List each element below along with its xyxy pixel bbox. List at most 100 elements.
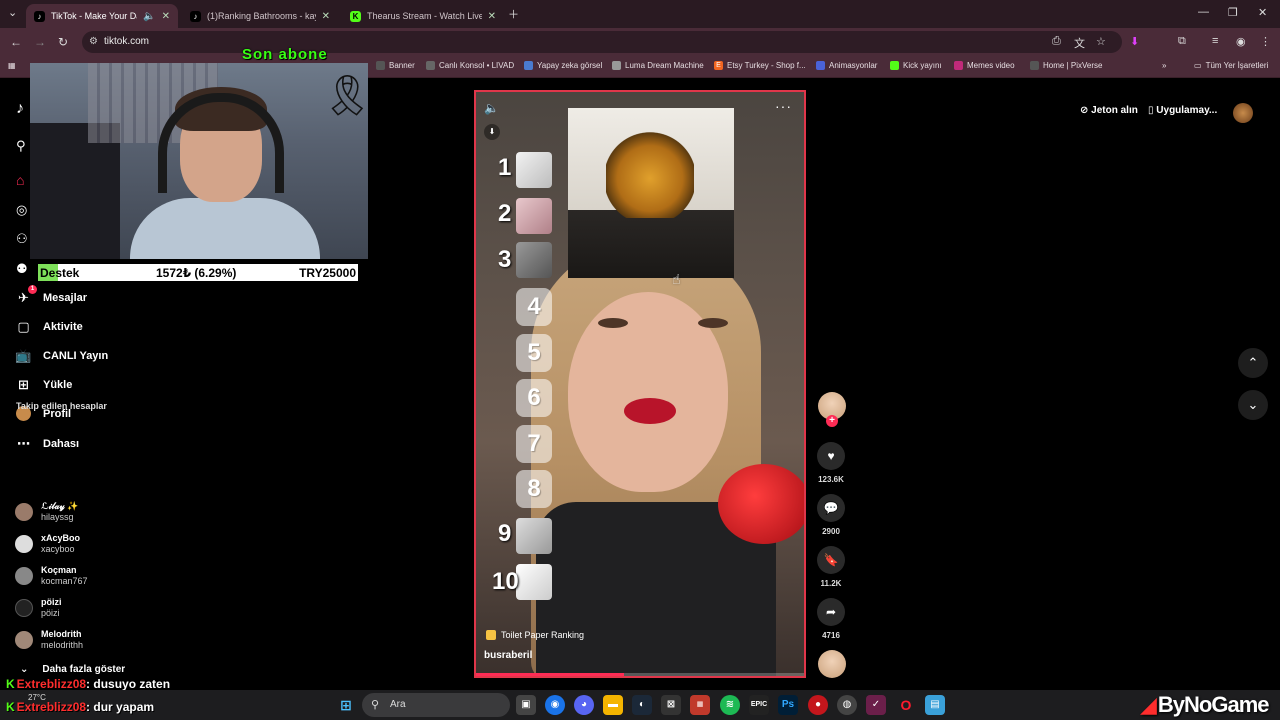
speaker-icon[interactable]: 🔈: [143, 11, 155, 22]
translate-icon[interactable]: 文: [1074, 35, 1085, 51]
bookmark-pixverse[interactable]: Home | PixVerse: [1030, 61, 1102, 70]
bookmark-animasyonlar[interactable]: Animasyonlar: [816, 61, 877, 70]
sidebar-item-label: Dahası: [43, 437, 80, 450]
bookmark-star-icon[interactable]: ☆: [1096, 35, 1106, 48]
task-view-icon[interactable]: ▣: [516, 695, 536, 715]
close-tab-icon[interactable]: ✕: [162, 11, 170, 22]
tab-thearus-stream[interactable]: K Thearus Stream - Watch Live o ✕: [342, 4, 504, 28]
following-account[interactable]: xAcyBoo xacyboo: [15, 533, 80, 555]
comment-button[interactable]: 💬 2900: [816, 494, 846, 536]
following-account[interactable]: ℒ𝒾𝓁𝒶𝓎 ✨ hilayssg: [15, 501, 78, 523]
following-account[interactable]: pöizi pöizi: [15, 597, 62, 619]
bookmark-luma[interactable]: Luma Dream Machine: [612, 61, 704, 70]
extension-icon[interactable]: ⬇: [1130, 35, 1139, 48]
share-button[interactable]: ➦ 4716: [816, 598, 846, 640]
volume-icon[interactable]: 🔈: [484, 101, 499, 115]
close-tab-icon[interactable]: ✕: [488, 11, 496, 22]
explore-icon[interactable]: ◎: [16, 202, 27, 218]
sidebar-item-upload[interactable]: ⊞ Yükle: [16, 377, 72, 392]
site-info-icon[interactable]: ⚙: [89, 31, 98, 53]
follow-plus-icon[interactable]: +: [826, 415, 838, 427]
bookmark-yapay-zeka[interactable]: Yapay zeka görsel: [524, 61, 602, 70]
file-explorer-icon[interactable]: ▬: [603, 695, 623, 715]
close-tab-icon[interactable]: ✕: [322, 11, 330, 22]
tiktok-logo-icon[interactable]: ♪: [16, 100, 24, 118]
tab-tiktok[interactable]: ♪ TikTok - Make Your Day 🔈 ✕: [26, 4, 178, 28]
epic-games-icon[interactable]: EPIC: [749, 695, 769, 715]
rank-thumbnail: [516, 198, 552, 234]
video-player[interactable]: 🔈 ··· ⬇ 1 2 3 4 5 6 7 8 9 10 Toilet Pape…: [474, 90, 806, 678]
bookmark-kick[interactable]: Kick yayını: [890, 61, 942, 70]
sidebar-item-activity[interactable]: ▢ Aktivite: [16, 319, 82, 334]
home-icon[interactable]: ⌂: [16, 172, 24, 188]
tab-search-chevron-icon[interactable]: ⌄: [8, 6, 17, 19]
forward-icon[interactable]: →: [34, 35, 46, 49]
back-icon[interactable]: ←: [10, 35, 22, 49]
video-tag[interactable]: Toilet Paper Ranking: [486, 630, 584, 640]
user-avatar[interactable]: [1233, 103, 1253, 123]
xbox-icon[interactable]: ⊠: [661, 695, 681, 715]
following-account[interactable]: Koçman kocman767: [15, 565, 88, 587]
app-purple-icon[interactable]: ✓: [866, 695, 886, 715]
music-disc-avatar[interactable]: [818, 650, 846, 678]
close-window-icon[interactable]: ✕: [1258, 6, 1267, 19]
media-controls-icon[interactable]: ≡: [1212, 35, 1218, 47]
bookmark-banner[interactable]: Banner: [376, 61, 415, 70]
following-account[interactable]: Melodrith melodrithh: [15, 629, 83, 651]
app-icon[interactable]: ▦: [690, 695, 710, 715]
notepad-icon[interactable]: ▤: [925, 695, 945, 715]
apps-grid-icon[interactable]: ▦: [8, 61, 16, 70]
get-app-button[interactable]: ▯ Uygulamay...: [1148, 105, 1217, 116]
rank-number: 9: [498, 520, 512, 547]
get-coins-button[interactable]: ⊘ Jeton alın: [1080, 105, 1138, 116]
video-progress-bar[interactable]: [476, 673, 804, 676]
following-icon[interactable]: ⚇: [16, 231, 28, 247]
profile-icon[interactable]: ◉: [1236, 35, 1246, 48]
steam-icon[interactable]: ◐: [632, 695, 652, 715]
show-more-following[interactable]: ⌄ Daha fazla göster: [20, 664, 125, 675]
account-handle: melodrithh: [41, 640, 84, 650]
bookmark-memes[interactable]: Memes video: [954, 61, 1015, 70]
new-tab-icon[interactable]: ＋: [508, 6, 519, 22]
video-username[interactable]: busraberil: [484, 650, 532, 661]
minimize-icon[interactable]: —: [1198, 6, 1209, 18]
save-button[interactable]: 🔖 11.2K: [816, 546, 846, 588]
sidebar-item-messages[interactable]: ✈ 1 Mesajlar: [16, 285, 87, 305]
address-bar[interactable]: ⚙ tiktok.com: [82, 31, 1122, 53]
video-info-icon[interactable]: ⬇: [484, 124, 500, 140]
tab-ranking-bathrooms[interactable]: ♪ (1)Ranking Bathrooms - kayleig ✕: [182, 4, 338, 28]
bookmark-etsy[interactable]: E Etsy Turkey - Shop f...: [714, 61, 806, 70]
friends-icon[interactable]: ⚉: [16, 261, 28, 277]
chrome-menu-icon[interactable]: ⋮: [1260, 35, 1271, 48]
get-app-label: Uygulamay...: [1156, 105, 1218, 116]
previous-video-button[interactable]: ⌃: [1238, 348, 1268, 378]
obs-icon[interactable]: ◍: [837, 695, 857, 715]
sidebar-item-live[interactable]: 📺 CANLI Yayın: [15, 348, 108, 363]
rank-number: 10: [492, 568, 519, 595]
spotify-icon[interactable]: ≋: [720, 695, 740, 715]
get-coins-label: Jeton alın: [1091, 105, 1138, 116]
reload-icon[interactable]: ↻: [58, 35, 68, 49]
chrome-icon[interactable]: ◉: [545, 695, 565, 715]
sidebar-item-more[interactable]: ⋯ Dahası: [16, 436, 79, 451]
install-app-icon[interactable]: ⎙: [1052, 35, 1061, 48]
windows-start-icon[interactable]: ⊞: [336, 695, 356, 715]
photoshop-icon[interactable]: Ps: [778, 695, 798, 715]
opera-icon[interactable]: O: [896, 695, 916, 715]
like-button[interactable]: ♥ 123.6K: [816, 442, 846, 484]
all-bookmarks[interactable]: ▭ Tüm Yer İşaretleri: [1194, 61, 1268, 70]
more-bookmarks-icon[interactable]: »: [1162, 61, 1166, 70]
app-red-icon[interactable]: ●: [808, 695, 828, 715]
maximize-icon[interactable]: ❐: [1228, 6, 1238, 19]
taskbar-search[interactable]: ⚲ Ara: [362, 693, 510, 717]
discord-icon[interactable]: ◕: [574, 695, 594, 715]
bookmark-canli-konsol[interactable]: Canlı Konsol • LIVAD: [426, 61, 514, 70]
next-video-button[interactable]: ⌄: [1238, 390, 1268, 420]
search-icon[interactable]: ⚲: [16, 138, 26, 154]
account-name: Koçman: [41, 565, 77, 575]
kick-logo-icon: K: [6, 700, 15, 714]
donation-label: Destek: [40, 265, 80, 280]
video-more-icon[interactable]: ···: [775, 98, 792, 114]
extensions-puzzle-icon[interactable]: ⧉: [1178, 35, 1186, 48]
account-handle: hilayssg: [41, 512, 74, 522]
